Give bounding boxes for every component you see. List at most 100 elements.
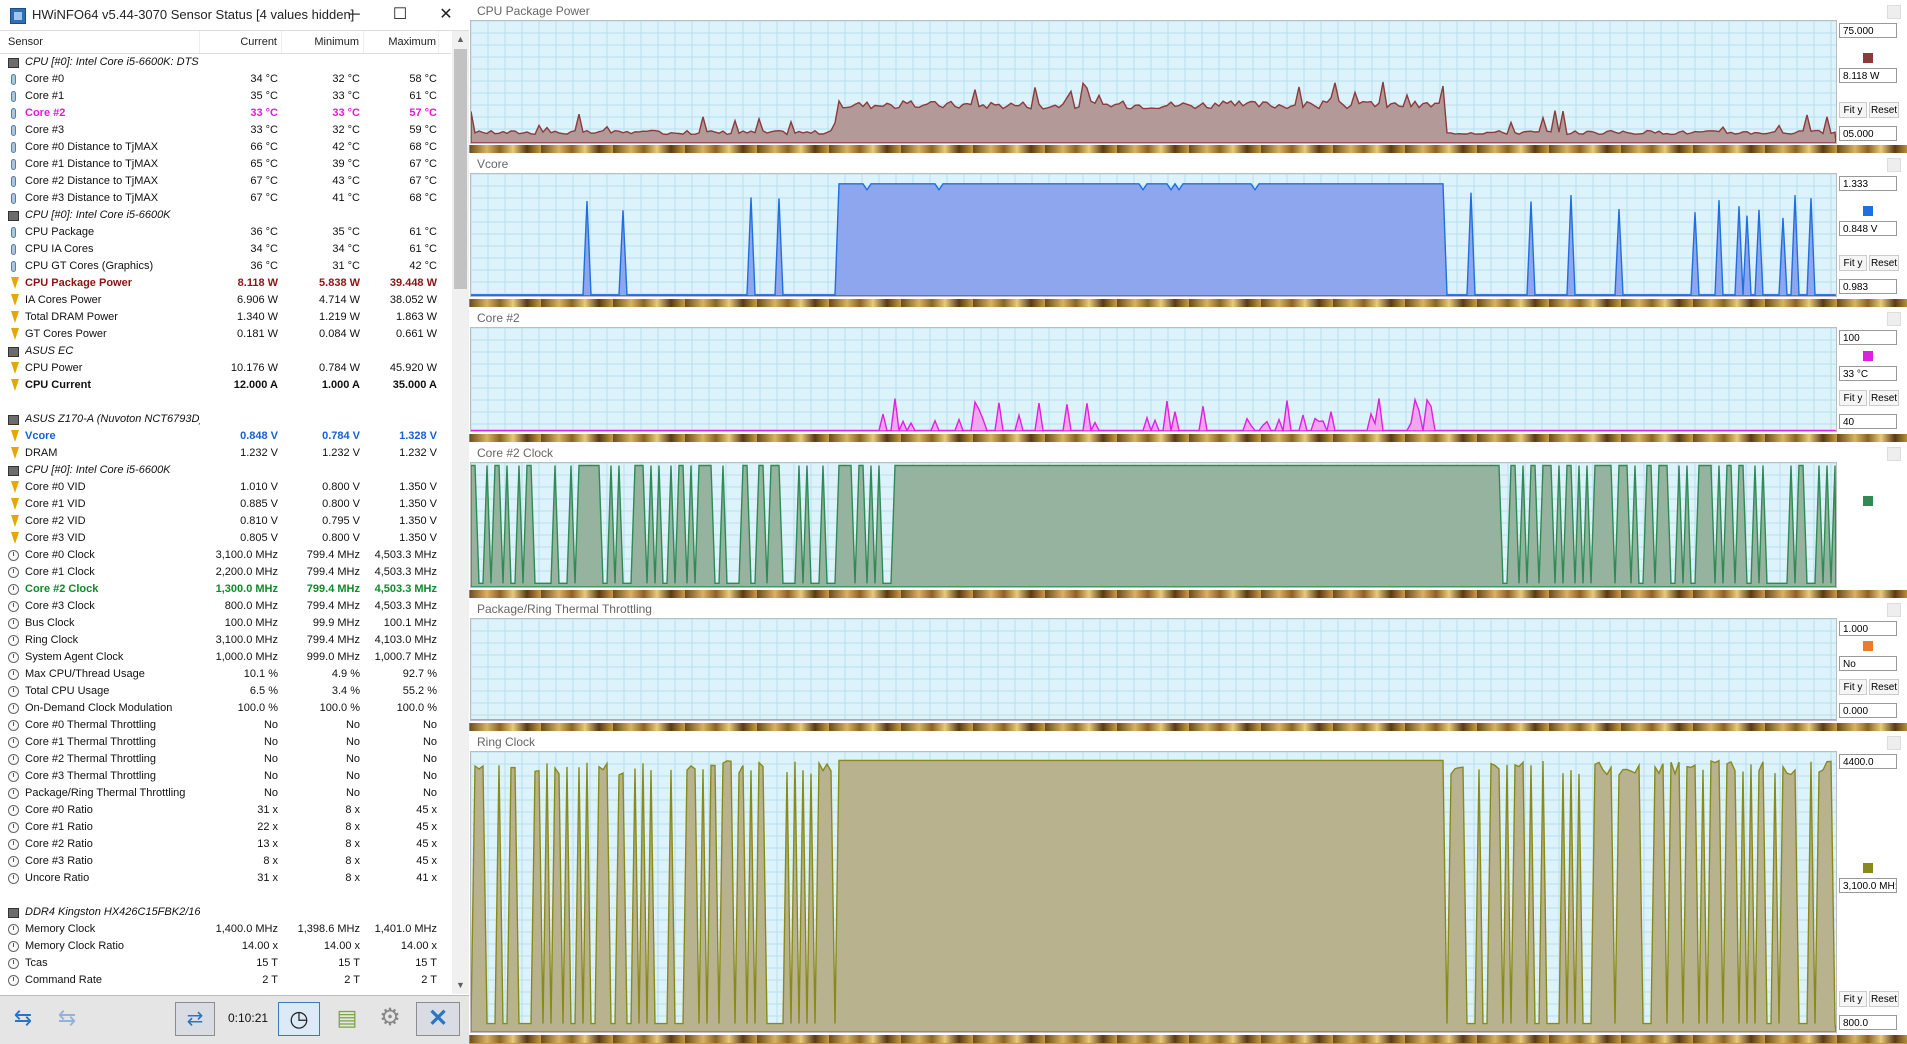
sensor-row[interactable]: Bus Clock100.0 MHz99.9 MHz100.1 MHz bbox=[0, 615, 451, 632]
sensor-row[interactable]: Core #1 Clock2,200.0 MHz799.4 MHz4,503.3… bbox=[0, 564, 451, 581]
reset-button[interactable]: Reset bbox=[1869, 991, 1899, 1007]
graph-min-value-box[interactable]: 0.983 bbox=[1839, 279, 1897, 294]
series-color-swatch[interactable] bbox=[1863, 206, 1873, 216]
sensor-row[interactable]: Package/Ring Thermal ThrottlingNoNoNo bbox=[0, 785, 451, 802]
fit-y-button[interactable]: Fit y bbox=[1839, 390, 1867, 406]
sensor-row[interactable]: Core #333 °C32 °C59 °C bbox=[0, 122, 451, 139]
scroll-down-arrow-icon[interactable]: ▼ bbox=[452, 977, 469, 994]
close-window-button[interactable]: ✕ bbox=[423, 0, 469, 30]
navigate-arrows-icon[interactable]: ⇆ bbox=[3, 1002, 43, 1036]
graph-window[interactable]: Ring Clock4400.03,100.0 MH:Fit yReset800… bbox=[469, 731, 1907, 1035]
sensor-row[interactable]: Command Rate2 T2 T2 T bbox=[0, 972, 451, 989]
sensor-row[interactable]: Total DRAM Power1.340 W1.219 W1.863 W bbox=[0, 309, 451, 326]
sensor-row[interactable]: Core #1 Thermal ThrottlingNoNoNo bbox=[0, 734, 451, 751]
series-color-swatch[interactable] bbox=[1863, 863, 1873, 873]
sensor-row[interactable]: Max CPU/Thread Usage10.1 %4.9 %92.7 % bbox=[0, 666, 451, 683]
sensor-row[interactable]: Core #2 Clock1,300.0 MHz799.4 MHz4,503.3… bbox=[0, 581, 451, 598]
sensor-row[interactable]: Memory Clock1,400.0 MHz1,398.6 MHz1,401.… bbox=[0, 921, 451, 938]
series-color-swatch[interactable] bbox=[1863, 53, 1873, 63]
sensor-row[interactable]: Core #0 Ratio31 x8 x45 x bbox=[0, 802, 451, 819]
graph-max-value-box[interactable]: 75.000 bbox=[1839, 23, 1897, 38]
graph-window[interactable]: CPU Package Power75.0008.118 WFit yReset… bbox=[469, 0, 1907, 145]
sensor-group-row[interactable]: ASUS EC bbox=[0, 343, 451, 360]
graph-max-value-box[interactable]: 100 bbox=[1839, 330, 1897, 345]
sensor-row[interactable]: Core #1 Distance to TjMAX65 °C39 °C67 °C bbox=[0, 156, 451, 173]
sensor-row[interactable]: Tcas15 T15 T15 T bbox=[0, 955, 451, 972]
reset-button[interactable]: Reset bbox=[1869, 679, 1899, 695]
sensor-row[interactable]: Core #0 VID1.010 V0.800 V1.350 V bbox=[0, 479, 451, 496]
reset-button[interactable]: Reset bbox=[1869, 102, 1899, 118]
sensor-group-row[interactable]: DDR4 Kingston HX426C15FBK2/16 bbox=[0, 904, 451, 921]
sensor-row[interactable]: Core #3 Distance to TjMAX67 °C41 °C68 °C bbox=[0, 190, 451, 207]
sensor-list-scrollbar[interactable]: ▲ ▼ bbox=[452, 31, 469, 994]
clock-reset-button[interactable]: ◷ bbox=[278, 1002, 320, 1036]
graph-max-value-box[interactable]: 1.000 bbox=[1839, 621, 1897, 636]
sensor-row[interactable]: Core #3 Clock800.0 MHz799.4 MHz4,503.3 M… bbox=[0, 598, 451, 615]
sensor-row[interactable]: System Agent Clock1,000.0 MHz999.0 MHz1,… bbox=[0, 649, 451, 666]
sensor-row[interactable]: Core #3 VID0.805 V0.800 V1.350 V bbox=[0, 530, 451, 547]
graph-min-value-box[interactable]: 05.000 bbox=[1839, 126, 1897, 141]
navigate-arrows-secondary-icon[interactable]: ⇆ bbox=[47, 1002, 87, 1036]
close-sensors-button[interactable]: ✕ bbox=[416, 1002, 460, 1036]
sensor-row[interactable]: Core #1 VID0.885 V0.800 V1.350 V bbox=[0, 496, 451, 513]
sensor-row[interactable]: CPU IA Cores34 °C34 °C61 °C bbox=[0, 241, 451, 258]
column-header-minimum[interactable]: Minimum bbox=[282, 31, 364, 53]
sensor-row[interactable]: Core #233 °C33 °C57 °C bbox=[0, 105, 451, 122]
graph-window[interactable]: Package/Ring Thermal Throttling1.000NoFi… bbox=[469, 598, 1907, 723]
sensor-group-row[interactable]: CPU [#0]: Intel Core i5-6600K bbox=[0, 207, 451, 224]
sensor-row[interactable]: Core #0 Thermal ThrottlingNoNoNo bbox=[0, 717, 451, 734]
sensor-row[interactable]: Core #034 °C32 °C58 °C bbox=[0, 71, 451, 88]
sensor-row[interactable]: Core #2 Distance to TjMAX67 °C43 °C67 °C bbox=[0, 173, 451, 190]
fit-y-button[interactable]: Fit y bbox=[1839, 679, 1867, 695]
sensor-group-row[interactable]: CPU [#0]: Intel Core i5-6600K bbox=[0, 462, 451, 479]
sensor-row[interactable]: Ring Clock3,100.0 MHz799.4 MHz4,103.0 MH… bbox=[0, 632, 451, 649]
scroll-up-arrow-icon[interactable]: ▲ bbox=[452, 31, 469, 48]
sensor-row[interactable]: Core #3 Thermal ThrottlingNoNoNo bbox=[0, 768, 451, 785]
graph-window[interactable]: Vcore1.3330.848 VFit yReset0.983 bbox=[469, 153, 1907, 299]
network-sensors-button[interactable]: ⇄ bbox=[175, 1002, 215, 1036]
sensor-row[interactable]: Core #135 °C33 °C61 °C bbox=[0, 88, 451, 105]
graph-window[interactable]: Core #2 Clock bbox=[469, 442, 1907, 590]
graph-close-icon[interactable] bbox=[1887, 312, 1901, 326]
sensor-group-row[interactable]: ASUS Z170-A (Nuvoton NCT6793D) bbox=[0, 411, 451, 428]
graph-min-value-box[interactable]: 800.0 bbox=[1839, 1015, 1897, 1030]
graph-close-icon[interactable] bbox=[1887, 447, 1901, 461]
column-header-sensor[interactable]: Sensor bbox=[0, 31, 200, 53]
sensor-row[interactable]: CPU Power10.176 W0.784 W45.920 W bbox=[0, 360, 451, 377]
graph-close-icon[interactable] bbox=[1887, 5, 1901, 19]
maximize-button[interactable]: ☐ bbox=[377, 0, 423, 30]
sensor-row[interactable]: DRAM1.232 V1.232 V1.232 V bbox=[0, 445, 451, 462]
sensor-row[interactable]: Memory Clock Ratio14.00 x14.00 x14.00 x bbox=[0, 938, 451, 955]
sensor-row[interactable]: CPU Package Power8.118 W5.838 W39.448 W bbox=[0, 275, 451, 292]
series-color-swatch[interactable] bbox=[1863, 496, 1873, 506]
sensor-row[interactable]: Core #1 Ratio22 x8 x45 x bbox=[0, 819, 451, 836]
graph-max-value-box[interactable]: 4400.0 bbox=[1839, 754, 1897, 769]
sensor-row[interactable]: Core #3 Ratio8 x8 x45 x bbox=[0, 853, 451, 870]
series-color-swatch[interactable] bbox=[1863, 351, 1873, 361]
logging-report-button[interactable]: ▤ bbox=[327, 1002, 367, 1036]
scrollbar-thumb[interactable] bbox=[454, 49, 467, 289]
settings-gear-button[interactable]: ⚙ bbox=[370, 1002, 410, 1036]
sensor-row[interactable]: Core #0 Distance to TjMAX66 °C42 °C68 °C bbox=[0, 139, 451, 156]
sensor-row[interactable]: Total CPU Usage6.5 %3.4 %55.2 % bbox=[0, 683, 451, 700]
sensor-row[interactable]: CPU Package36 °C35 °C61 °C bbox=[0, 224, 451, 241]
graph-window[interactable]: Core #210033 °CFit yReset40 bbox=[469, 307, 1907, 434]
fit-y-button[interactable]: Fit y bbox=[1839, 991, 1867, 1007]
reset-button[interactable]: Reset bbox=[1869, 255, 1899, 271]
sensor-row[interactable]: Core #2 Ratio13 x8 x45 x bbox=[0, 836, 451, 853]
sensor-row[interactable]: CPU Current12.000 A1.000 A35.000 A bbox=[0, 377, 451, 394]
minimize-button[interactable]: ─ bbox=[331, 0, 377, 30]
sensor-row[interactable]: Core #0 Clock3,100.0 MHz799.4 MHz4,503.3… bbox=[0, 547, 451, 564]
sensor-row[interactable]: Core #2 VID0.810 V0.795 V1.350 V bbox=[0, 513, 451, 530]
series-color-swatch[interactable] bbox=[1863, 641, 1873, 651]
graph-max-value-box[interactable]: 1.333 bbox=[1839, 176, 1897, 191]
sensor-row[interactable]: IA Cores Power6.906 W4.714 W38.052 W bbox=[0, 292, 451, 309]
column-header-maximum[interactable]: Maximum bbox=[364, 31, 439, 53]
sensor-row[interactable]: Uncore Ratio31 x8 x41 x bbox=[0, 870, 451, 887]
sensor-row[interactable]: Core #2 Thermal ThrottlingNoNoNo bbox=[0, 751, 451, 768]
graph-close-icon[interactable] bbox=[1887, 603, 1901, 617]
graph-close-icon[interactable] bbox=[1887, 736, 1901, 750]
reset-button[interactable]: Reset bbox=[1869, 390, 1899, 406]
sensor-row[interactable]: Vcore0.848 V0.784 V1.328 V bbox=[0, 428, 451, 445]
fit-y-button[interactable]: Fit y bbox=[1839, 102, 1867, 118]
